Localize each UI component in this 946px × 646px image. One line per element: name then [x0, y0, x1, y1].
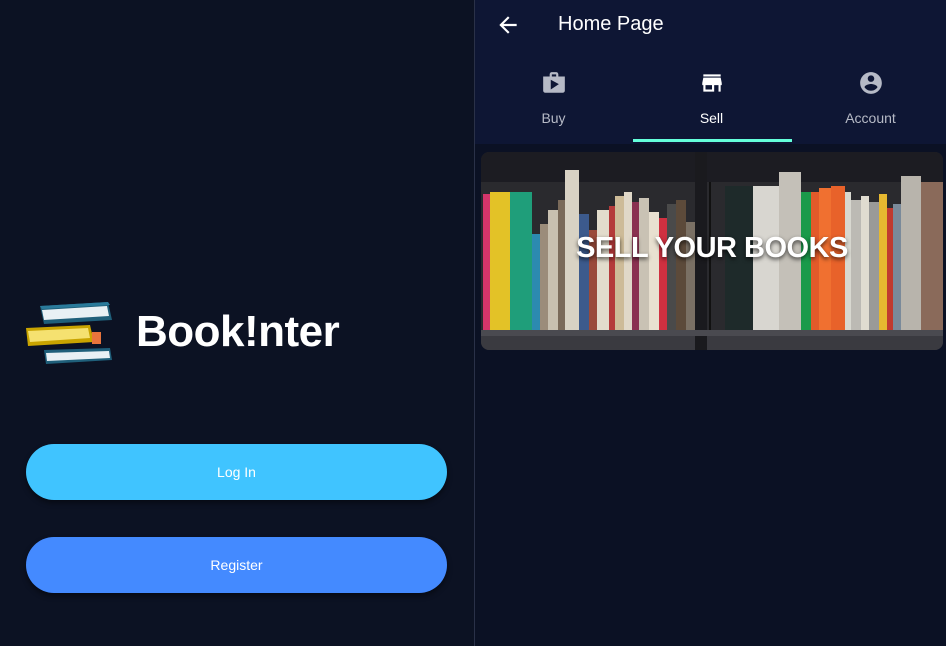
register-button-label: Register — [210, 557, 263, 573]
app-brand-name: Book!nter — [136, 307, 340, 356]
login-button-label: Log In — [217, 464, 256, 480]
tab-buy[interactable]: Buy — [475, 60, 632, 144]
register-button[interactable]: Register — [26, 537, 447, 593]
shop-bag-icon — [541, 70, 567, 96]
tab-account-label: Account — [845, 110, 896, 126]
store-icon — [699, 70, 725, 96]
login-screen: Book!nter Log In Register — [0, 0, 474, 646]
back-arrow-icon[interactable] — [495, 12, 521, 38]
home-screen: Home Page Buy Sell Account SELL YOUR BOO… — [475, 0, 946, 646]
sell-books-banner[interactable]: SELL YOUR BOOKS — [481, 152, 943, 350]
app-bar: Home Page Buy Sell Account — [475, 0, 946, 144]
banner-title: SELL YOUR BOOKS — [576, 232, 848, 264]
tab-account[interactable]: Account — [792, 60, 946, 144]
tab-sell[interactable]: Sell — [633, 60, 790, 144]
page-title: Home Page — [558, 13, 664, 35]
account-circle-icon — [858, 70, 884, 96]
books-stack-logo — [24, 298, 116, 372]
tab-buy-label: Buy — [541, 110, 566, 126]
active-tab-indicator — [633, 139, 792, 142]
login-button[interactable]: Log In — [26, 444, 447, 500]
tab-sell-label: Sell — [699, 110, 724, 126]
